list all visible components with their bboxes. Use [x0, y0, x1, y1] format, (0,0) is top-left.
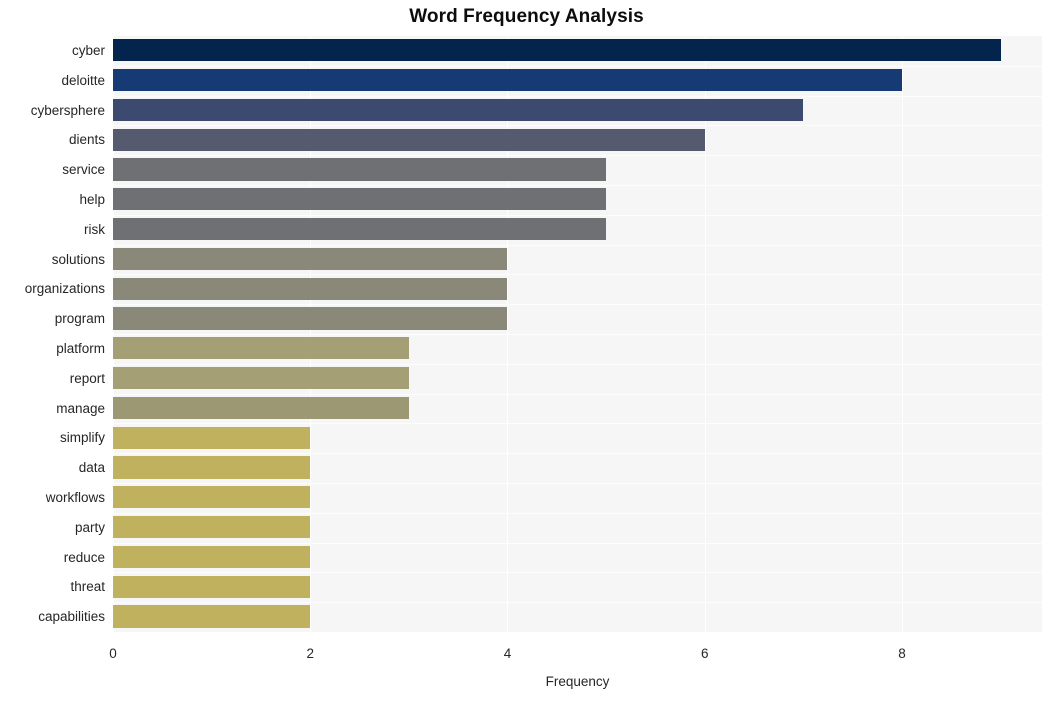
bar-row[interactable]	[113, 185, 1042, 214]
bar[interactable]	[113, 456, 311, 479]
bar-row[interactable]	[113, 483, 1042, 512]
y-tick-label: help	[79, 191, 105, 207]
y-tick-label: service	[62, 162, 105, 178]
bar[interactable]	[113, 486, 311, 509]
y-tick-label: threat	[70, 579, 105, 595]
bar[interactable]	[113, 39, 1001, 62]
y-tick-label: organizations	[24, 281, 105, 297]
bar-row[interactable]	[113, 572, 1042, 601]
x-axis: 0 2 4 6 8	[109, 632, 1042, 662]
bar-row[interactable]	[113, 513, 1042, 542]
y-axis: cyber deloitte cybersphere dients service hel…	[0, 36, 105, 632]
bar-row[interactable]	[113, 215, 1042, 244]
y-tick-label: platform	[56, 340, 105, 356]
bar-row[interactable]	[113, 334, 1042, 363]
plot-area	[113, 36, 1042, 632]
bar[interactable]	[113, 366, 409, 390]
bar-row[interactable]	[113, 543, 1042, 572]
bar[interactable]	[113, 158, 607, 181]
y-tick-label: program	[54, 311, 105, 327]
bar[interactable]	[113, 426, 311, 449]
y-tick-label: report	[69, 370, 105, 386]
page-title: Word Frequency Analysis	[409, 6, 644, 27]
bar[interactable]	[113, 307, 508, 330]
bar-row[interactable]	[113, 423, 1042, 452]
bar-row[interactable]	[113, 602, 1042, 631]
bar[interactable]	[113, 128, 705, 151]
bar[interactable]	[113, 68, 902, 92]
y-tick-label: manage	[56, 400, 105, 416]
bar-row[interactable]	[113, 36, 1042, 65]
bar[interactable]	[113, 396, 409, 419]
bar[interactable]	[113, 277, 508, 300]
x-tick-label: 2	[306, 646, 314, 661]
y-tick-label: cyber	[71, 42, 105, 58]
bar[interactable]	[113, 515, 311, 539]
bar[interactable]	[113, 188, 607, 211]
x-tick-label: 0	[109, 646, 117, 661]
y-tick-label: workflows	[45, 489, 105, 505]
bar[interactable]	[113, 545, 311, 568]
y-tick-label: capabilities	[38, 609, 105, 625]
bar-row[interactable]	[113, 66, 1042, 95]
bar-row[interactable]	[113, 394, 1042, 423]
bar[interactable]	[113, 217, 607, 241]
y-tick-label: deloitte	[61, 72, 105, 88]
bar[interactable]	[113, 605, 311, 628]
bar[interactable]	[113, 337, 409, 360]
bar-row[interactable]	[113, 125, 1042, 154]
x-tick-label: 8	[898, 646, 906, 661]
y-tick-label: solutions	[51, 251, 105, 267]
bar-row[interactable]	[113, 304, 1042, 333]
bar[interactable]	[113, 98, 804, 121]
y-tick-label: simplify	[59, 430, 105, 446]
bar[interactable]	[113, 575, 311, 598]
bar-row[interactable]	[113, 453, 1042, 482]
bar-row[interactable]	[113, 155, 1042, 184]
bar-row[interactable]	[113, 96, 1042, 125]
y-tick-label: reduce	[63, 549, 105, 565]
bar-row[interactable]	[113, 364, 1042, 393]
chart-figure: Word Frequency Analysis cyber deloitte cyb…	[0, 0, 1053, 701]
bar[interactable]	[113, 247, 508, 270]
x-axis-title: Frequency	[545, 674, 610, 689]
y-tick-label: dients	[68, 132, 105, 148]
y-tick-label: party	[74, 519, 105, 535]
y-tick-label: data	[78, 460, 105, 476]
x-tick-label: 4	[503, 646, 512, 661]
bar-row[interactable]	[113, 274, 1042, 303]
x-tick-label: 6	[700, 646, 709, 661]
y-tick-label: cybersphere	[30, 102, 105, 118]
bar-row[interactable]	[113, 245, 1042, 274]
y-tick-label: risk	[84, 221, 105, 237]
